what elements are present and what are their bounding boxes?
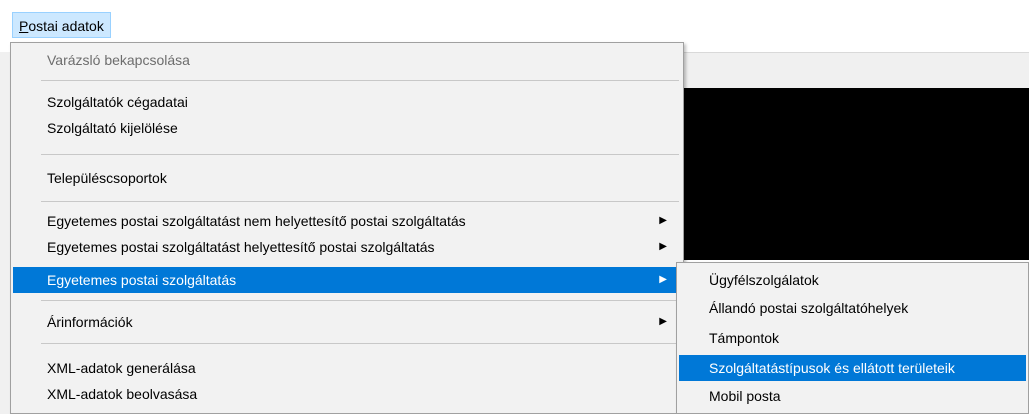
menu-item-varazslo-bekapcsolasa: Varázsló bekapcsolása [47,52,190,68]
menu-item-xml-generalasa[interactable]: XML-adatok generálása [13,355,681,381]
dropdown-menu: Varázsló bekapcsolása Szolgáltatók cégad… [10,42,684,414]
submenu-arrow-icon: ▶ [659,316,667,327]
submenu-item-ugyfelszolgalatok[interactable]: Ügyfélszolgálatok [679,267,1026,293]
submenu: Ügyfélszolgálatok Állandó postai szolgál… [676,262,1029,414]
submenu-arrow-icon: ▶ [659,274,667,285]
menu-item-xml-beolvasasa[interactable]: XML-adatok beolvasása [13,381,681,407]
menu-item-szolgaltatok-cegadatai[interactable]: Szolgáltatók cégadatai [13,89,681,115]
submenu-item-allando-szolgaltatohelyek[interactable]: Állandó postai szolgáltatóhelyek [679,295,1026,321]
menu-separator [41,80,679,81]
menu-item-telepulescsoportok[interactable]: Településcsoportok [13,165,681,191]
menu-separator [41,300,679,301]
menu-item-nem-helyettesito[interactable]: Egyetemes postai szolgáltatást nem helye… [13,208,681,234]
menu-item-helyettesito[interactable]: Egyetemes postai szolgáltatást helyettes… [13,234,681,260]
menu-mnemonic: P [19,18,29,34]
menu-bar: Postai adatok [0,0,1029,40]
background-black-panel [683,88,1029,260]
submenu-arrow-icon: ▶ [659,241,667,252]
menu-item-arinformaciok[interactable]: Árinformációk ▶ [13,309,681,335]
submenu-item-mobil-posta[interactable]: Mobil posta [679,383,1026,409]
menu-item-szolgaltato-kijelolese[interactable]: Szolgáltató kijelölése [13,115,681,141]
menu-separator [41,154,679,155]
submenu-arrow-icon: ▶ [659,215,667,226]
menu-title-rest: ostai adatok [28,18,104,34]
submenu-item-szolgaltatastipusok[interactable]: Szolgáltatástípusok és ellátott területe… [679,355,1026,381]
menu-separator [41,343,679,344]
submenu-item-tampontok[interactable]: Támpontok [679,325,1026,351]
menu-item-egyetemes-postai-szolgaltatas[interactable]: Egyetemes postai szolgáltatás ▶ [13,267,681,293]
background-toolbar [683,52,1029,90]
menu-separator [41,201,679,202]
menu-postai-adatok[interactable]: Postai adatok [12,12,111,38]
